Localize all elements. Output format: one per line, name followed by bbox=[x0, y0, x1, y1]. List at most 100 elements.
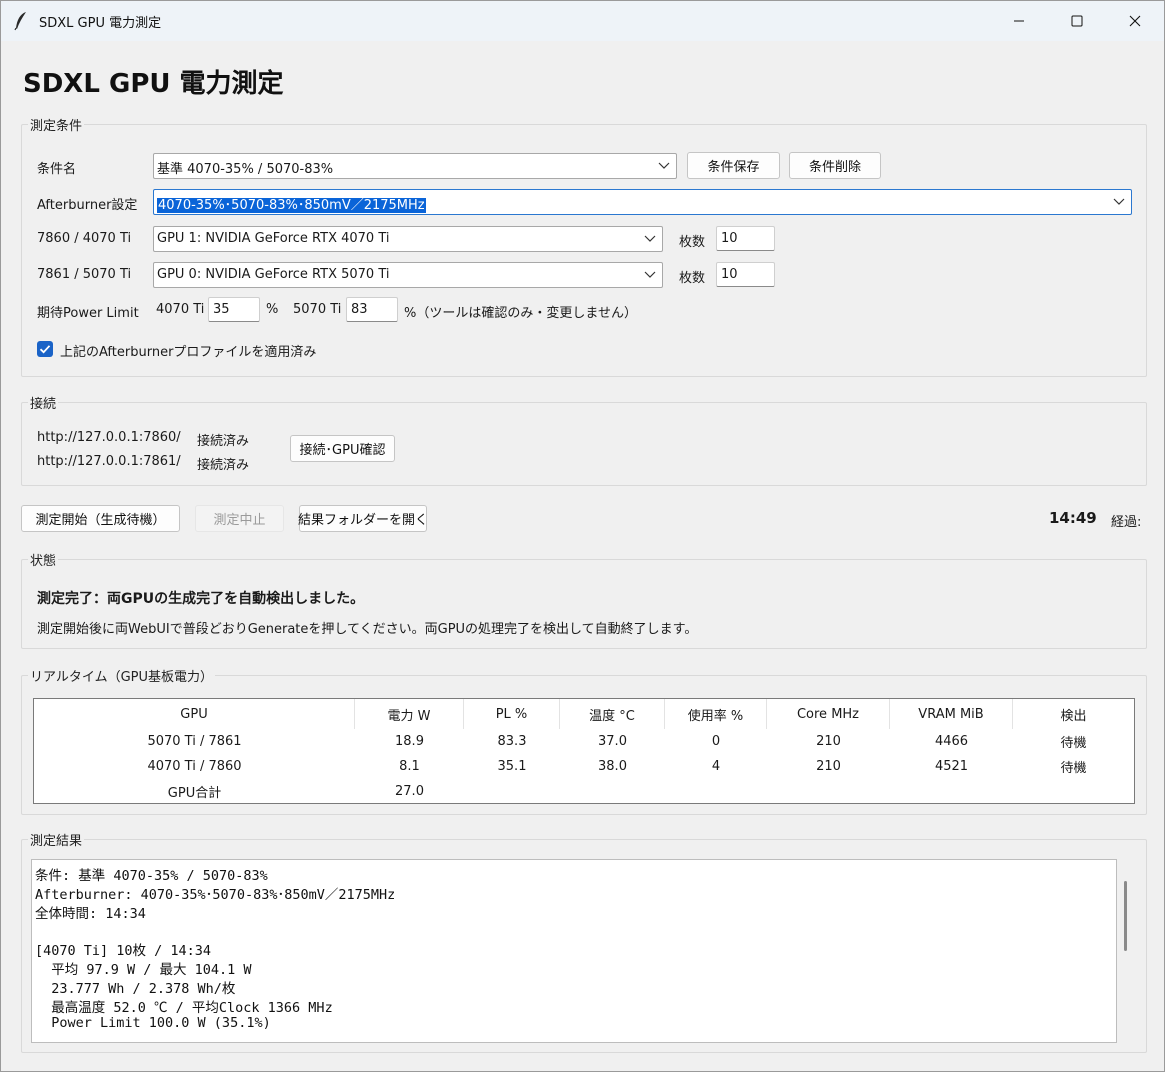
table-cell: 210 bbox=[816, 733, 841, 749]
maximize-button[interactable] bbox=[1048, 1, 1106, 41]
gpu2-count-value: 10 bbox=[721, 267, 738, 282]
start-measurement-button[interactable]: 測定開始（生成待機） bbox=[21, 505, 180, 532]
status-group-label: 状態 bbox=[28, 550, 59, 569]
minimize-icon bbox=[1014, 20, 1024, 22]
afterburner-combo[interactable]: 4070-35%･5070-83%･850mV／2175MHz bbox=[153, 189, 1132, 215]
connection-status-1: 接続済み bbox=[197, 434, 250, 449]
stop-measurement-button[interactable]: 測定中止 bbox=[195, 505, 284, 532]
save-condition-button[interactable]: 条件保存 bbox=[687, 152, 780, 179]
profile-applied-checkbox[interactable] bbox=[37, 341, 53, 357]
connection-url-1: http://127.0.0.1:7860/ bbox=[37, 430, 181, 445]
column-header[interactable]: 使用率 % bbox=[665, 699, 767, 729]
table-cell: 5070 Ti / 7861 bbox=[147, 733, 242, 749]
table-cell: 0 bbox=[711, 733, 721, 749]
table-cell: 83.3 bbox=[497, 733, 527, 749]
gpu2-label: 7861 / 5070 Ti bbox=[37, 267, 132, 282]
column-header[interactable]: Core MHz bbox=[767, 699, 890, 729]
maximize-icon bbox=[1071, 15, 1083, 27]
power-limit-label: 期待Power Limit bbox=[37, 306, 139, 321]
realtime-group-label: リアルタイム（GPU基板電力） bbox=[28, 666, 216, 685]
gpu2-value: GPU 0: NVIDIA GeForce RTX 5070 Ti bbox=[157, 267, 390, 282]
conditions-group-label: 測定条件 bbox=[28, 115, 85, 134]
condition-name-combo[interactable]: 基準 4070-35% / 5070-83% bbox=[153, 153, 677, 179]
table-cell: 27.0 bbox=[395, 783, 424, 799]
afterburner-value: 4070-35%･5070-83%･850mV／2175MHz bbox=[157, 198, 426, 213]
result-line: Power Limit 100.0 W (35.1%) bbox=[35, 1015, 271, 1031]
gpu2-combo[interactable]: GPU 0: NVIDIA GeForce RTX 5070 Ti bbox=[153, 262, 663, 288]
result-line: 条件: 基準 4070-35% / 5070-83% bbox=[35, 868, 268, 884]
page-title: SDXL GPU 電力測定 bbox=[23, 69, 284, 99]
column-header[interactable]: 温度 °C bbox=[560, 699, 665, 729]
column-header[interactable]: 電力 W bbox=[355, 699, 464, 729]
chevron-down-icon[interactable] bbox=[644, 235, 656, 243]
gpu1-combo[interactable]: GPU 1: NVIDIA GeForce RTX 4070 Ti bbox=[153, 226, 663, 252]
table-cell: 4466 bbox=[934, 733, 969, 749]
chevron-down-icon[interactable] bbox=[644, 271, 656, 279]
profile-applied-label[interactable]: 上記のAfterburnerプロファイルを適用済み bbox=[60, 341, 316, 360]
minimize-button[interactable] bbox=[990, 1, 1048, 41]
pl-4070-label: 4070 Ti bbox=[156, 302, 205, 317]
pl-5070-value: 83 bbox=[351, 302, 368, 317]
elapsed-time: 14:49 bbox=[1049, 509, 1097, 527]
pl-5070-input[interactable]: 83 bbox=[346, 297, 398, 322]
results-scrollbar-thumb[interactable] bbox=[1124, 881, 1127, 951]
result-line: 23.777 Wh / 2.378 Wh/枚 bbox=[35, 981, 236, 997]
table-cell: 8.1 bbox=[399, 758, 420, 774]
connect-gpu-check-button[interactable]: 接続･GPU確認 bbox=[290, 435, 395, 462]
status-headline: 測定完了：両GPUの生成完了を自動検出しました。 bbox=[37, 591, 365, 607]
realtime-table: GPU 電力 W PL % 温度 °C 使用率 % Core MHz VRAM … bbox=[33, 698, 1135, 804]
title-bar: SDXL GPU 電力測定 bbox=[1, 1, 1164, 41]
delete-condition-button[interactable]: 条件削除 bbox=[789, 152, 881, 179]
connection-status-2: 接続済み bbox=[197, 458, 250, 473]
table-cell: 210 bbox=[816, 758, 841, 774]
pl-unit-label: % bbox=[266, 302, 279, 317]
window-title: SDXL GPU 電力測定 bbox=[39, 16, 162, 31]
table-cell: 待機 bbox=[1060, 760, 1087, 776]
gpu1-value: GPU 1: NVIDIA GeForce RTX 4070 Ti bbox=[157, 231, 390, 246]
connection-group-label: 接続 bbox=[28, 393, 59, 412]
app-window: SDXL GPU 電力測定 SDXL GPU 電力測定 測定条件 条件名 基準 … bbox=[0, 0, 1165, 1072]
close-icon bbox=[1129, 15, 1141, 27]
pl-4070-input[interactable]: 35 bbox=[208, 297, 260, 322]
pl-5070-label: 5070 Ti bbox=[293, 302, 342, 317]
gpu2-count-label: 枚数 bbox=[679, 271, 706, 286]
table-cell: 35.1 bbox=[497, 758, 527, 774]
table-cell: 37.0 bbox=[598, 733, 627, 749]
results-textbox[interactable]: 条件: 基準 4070-35% / 5070-83% Afterburner: … bbox=[31, 859, 1117, 1043]
gpu1-count-value: 10 bbox=[721, 231, 738, 246]
elapsed-label: 経過: bbox=[1111, 515, 1142, 530]
condition-name-value: 基準 4070-35% / 5070-83% bbox=[157, 162, 334, 177]
pl-4070-value: 35 bbox=[213, 302, 230, 317]
gpu1-label: 7860 / 4070 Ti bbox=[37, 231, 132, 246]
afterburner-label: Afterburner設定 bbox=[37, 198, 138, 213]
column-header[interactable]: 検出 bbox=[1013, 699, 1134, 729]
gpu1-count-label: 枚数 bbox=[679, 235, 706, 250]
table-cell: 38.0 bbox=[598, 758, 627, 774]
pl-note: %（ツールは確認のみ・変更しません） bbox=[404, 306, 637, 321]
result-line: Afterburner: 4070-35%･5070-83%･850mV／217… bbox=[35, 887, 396, 903]
close-button[interactable] bbox=[1106, 1, 1164, 41]
table-cell: 4521 bbox=[934, 758, 969, 774]
column-header[interactable]: PL % bbox=[464, 699, 560, 729]
gpu1-count-input[interactable]: 10 bbox=[716, 226, 775, 251]
result-line: 最高温度 52.0 ℃ / 平均Clock 1366 MHz bbox=[35, 1000, 333, 1016]
column-header[interactable]: GPU bbox=[34, 699, 355, 729]
open-results-folder-button[interactable]: 結果フォルダーを開く bbox=[298, 505, 428, 532]
column-header[interactable]: VRAM MiB bbox=[890, 699, 1013, 729]
status-detail: 測定開始後に両WebUIで普段どおりGenerateを押してください。両GPUの… bbox=[37, 622, 698, 637]
chevron-down-icon[interactable] bbox=[1113, 198, 1125, 206]
table-cell: GPU合計 bbox=[167, 785, 222, 801]
chevron-down-icon[interactable] bbox=[658, 162, 670, 170]
gpu2-count-input[interactable]: 10 bbox=[716, 262, 775, 287]
condition-name-label: 条件名 bbox=[37, 162, 77, 177]
result-line: [4070 Ti] 10枚 / 14:34 bbox=[35, 943, 212, 959]
checkmark-icon bbox=[39, 345, 51, 354]
connection-url-2: http://127.0.0.1:7861/ bbox=[37, 454, 181, 469]
table-cell: 待機 bbox=[1060, 735, 1087, 751]
connection-group bbox=[21, 402, 1147, 486]
result-line: 平均 97.9 W / 最大 104.1 W bbox=[35, 962, 252, 978]
result-line: 全体時間: 14:34 bbox=[35, 906, 146, 922]
table-cell: 4 bbox=[711, 758, 721, 774]
results-group-label: 測定結果 bbox=[28, 830, 85, 849]
table-cell: 18.9 bbox=[395, 733, 424, 749]
